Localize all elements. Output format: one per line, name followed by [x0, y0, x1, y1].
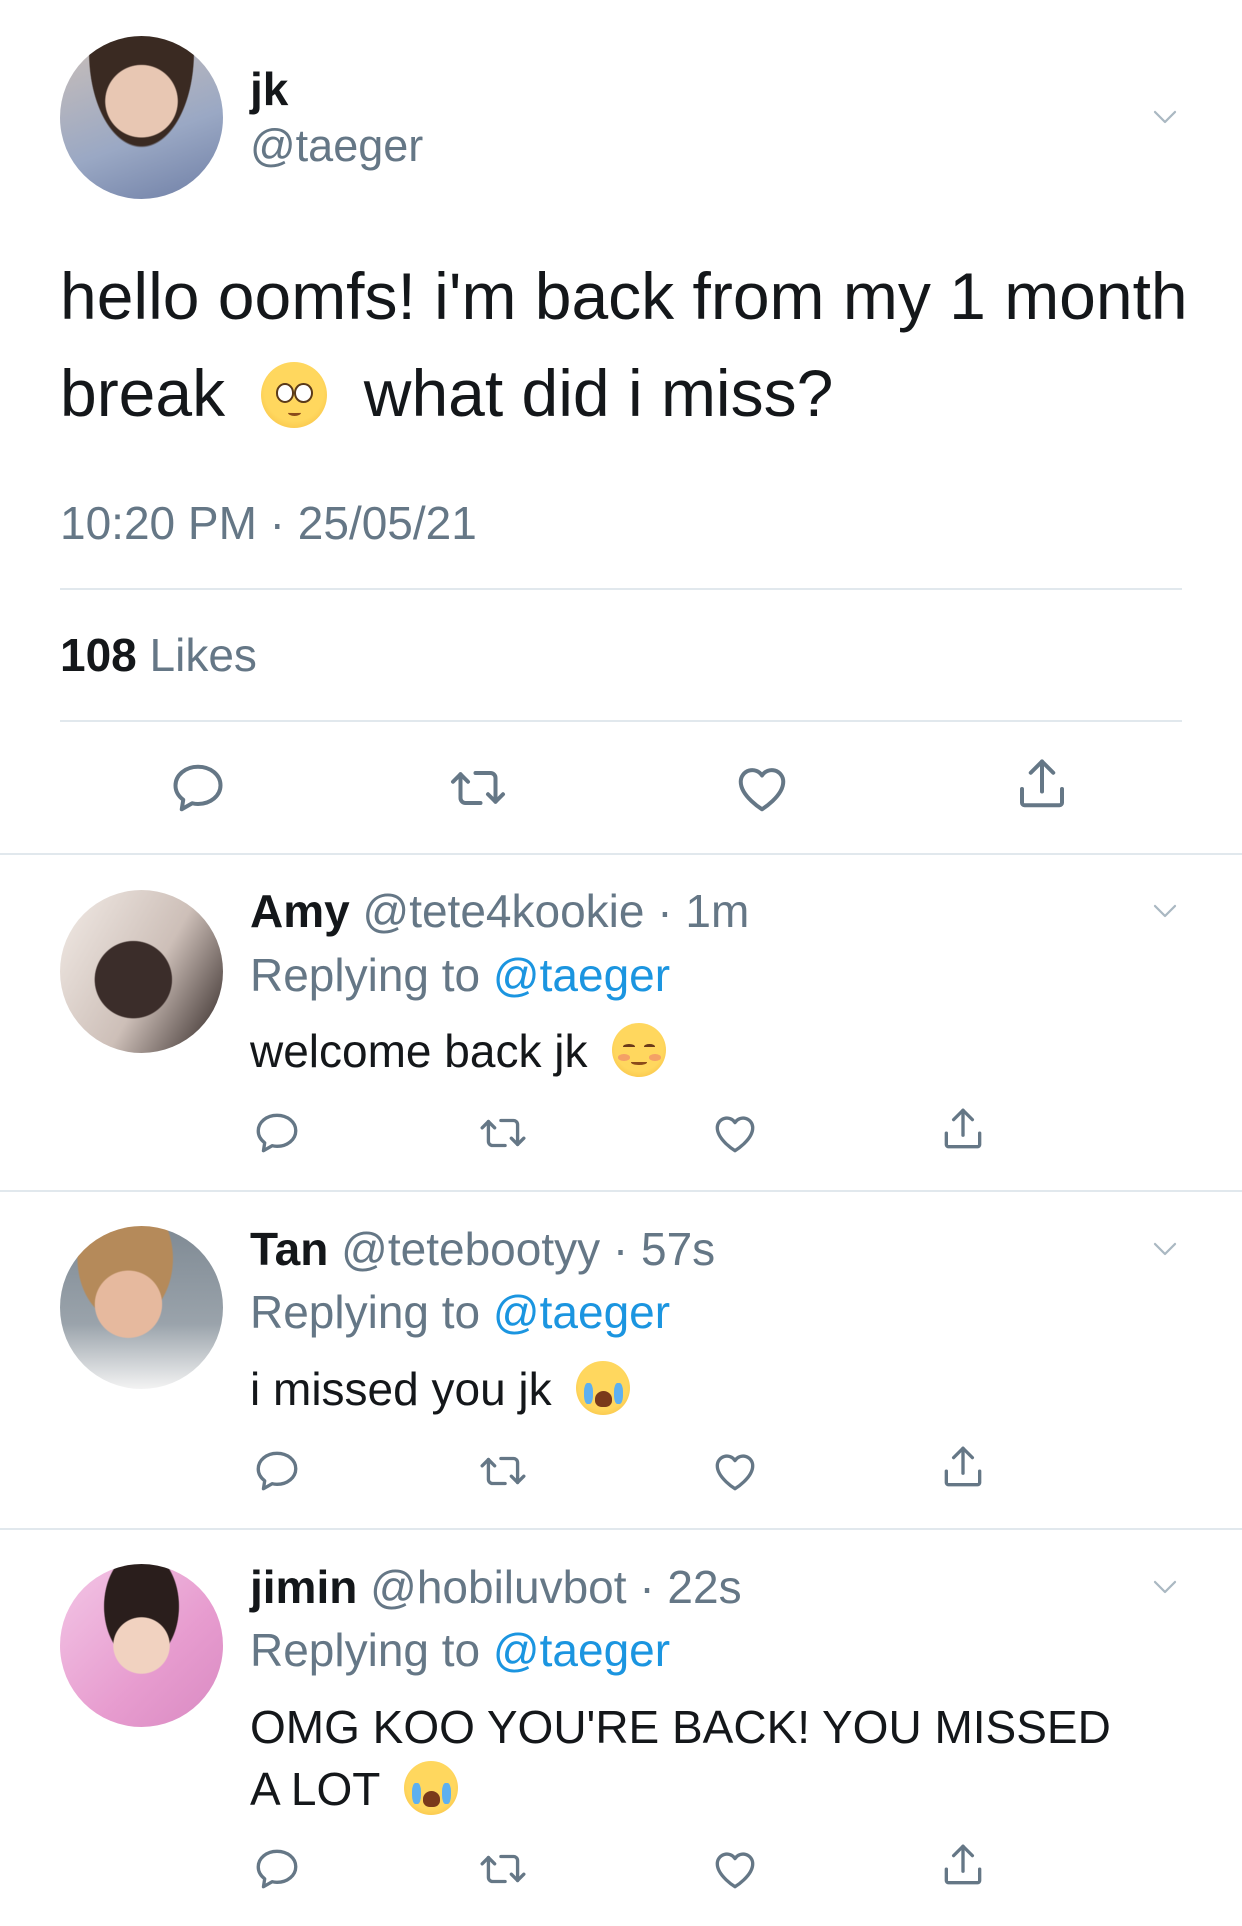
author-name[interactable]: jk — [250, 62, 288, 116]
reply-text: OMG KOO YOU'RE BACK! YOU MISSED A LOT — [250, 1696, 1111, 1820]
reply-icon[interactable] — [252, 1844, 302, 1894]
timestamp[interactable]: 10:20 PM · 25/05/21 — [60, 496, 477, 550]
tweet-text-line2: break what did i miss? — [60, 345, 1190, 442]
retweet-icon[interactable] — [478, 1844, 528, 1894]
reply-text-content: welcome back jk — [250, 1025, 588, 1077]
reply-text-line1: OMG KOO YOU'RE BACK! YOU MISSED — [250, 1701, 1111, 1753]
replying-prefix: Replying to — [250, 1624, 481, 1676]
likes-number: 108 — [60, 629, 137, 681]
avatar[interactable] — [60, 36, 223, 199]
author-handle[interactable]: @taeger — [250, 120, 423, 172]
avatar[interactable] — [60, 890, 223, 1053]
replying-mention[interactable]: @taeger — [493, 1286, 670, 1338]
share-icon[interactable] — [1012, 754, 1072, 814]
replying-prefix: Replying to — [250, 949, 481, 1001]
reply-time: · 57s — [612, 1223, 716, 1275]
like-icon[interactable] — [710, 1446, 760, 1496]
reply-author-handle[interactable]: @tetebootyy — [341, 1223, 600, 1275]
reply-author-name[interactable]: jimin — [250, 1561, 357, 1613]
loudly-crying-face-emoji — [404, 1761, 459, 1815]
reply-author-name[interactable]: Tan — [250, 1223, 328, 1275]
reply-header: jimin @hobiluvbot · 22s — [250, 1560, 742, 1614]
reply-icon[interactable] — [168, 758, 228, 818]
reply-icon[interactable] — [252, 1446, 302, 1496]
loudly-crying-face-emoji — [576, 1361, 631, 1415]
reply-header: Amy @tete4kookie · 1m — [250, 884, 749, 938]
like-icon[interactable] — [710, 1108, 760, 1158]
like-icon[interactable] — [732, 758, 792, 818]
reply-text-line2: A LOT — [250, 1758, 1111, 1820]
divider — [0, 1528, 1242, 1530]
retweet-icon[interactable] — [478, 1446, 528, 1496]
retweet-icon[interactable] — [448, 758, 508, 818]
divider — [0, 853, 1242, 855]
reply-author-handle[interactable]: @tete4kookie — [363, 885, 645, 937]
pleading-face-emoji — [261, 362, 328, 428]
like-icon[interactable] — [710, 1844, 760, 1894]
reply-text-content: i missed you jk — [250, 1363, 552, 1415]
reply-text: welcome back jk — [250, 1020, 667, 1082]
smiling-face-emoji — [612, 1023, 667, 1077]
tweet-text-rest: what did i miss? — [363, 356, 834, 430]
replying-to: Replying to @taeger — [250, 1285, 670, 1339]
avatar[interactable] — [60, 1226, 223, 1389]
tweet-text-line1: hello oomfs! i'm back from my 1 month — [60, 259, 1188, 333]
avatar[interactable] — [60, 1564, 223, 1727]
divider — [60, 720, 1182, 722]
retweet-icon[interactable] — [478, 1108, 528, 1158]
chevron-down-icon[interactable] — [1150, 1572, 1180, 1602]
share-icon[interactable] — [938, 1840, 988, 1890]
replying-mention[interactable]: @taeger — [493, 949, 670, 1001]
replying-mention[interactable]: @taeger — [493, 1624, 670, 1676]
reply-author-handle[interactable]: @hobiluvbot — [370, 1561, 626, 1613]
replying-to: Replying to @taeger — [250, 948, 670, 1002]
tweet-text-break: break — [60, 356, 226, 430]
likes-count[interactable]: 108 Likes — [60, 628, 257, 682]
reply-header: Tan @tetebootyy · 57s — [250, 1222, 715, 1276]
reply-icon[interactable] — [252, 1108, 302, 1158]
share-icon[interactable] — [938, 1442, 988, 1492]
reply-text: i missed you jk — [250, 1358, 631, 1420]
reply-time: · 1m — [657, 885, 750, 937]
share-icon[interactable] — [938, 1104, 988, 1154]
chevron-down-icon[interactable] — [1150, 896, 1180, 926]
chevron-down-icon[interactable] — [1150, 102, 1180, 132]
likes-label: Likes — [149, 629, 257, 681]
replying-to: Replying to @taeger — [250, 1623, 670, 1677]
divider — [0, 1190, 1242, 1192]
chevron-down-icon[interactable] — [1150, 1234, 1180, 1264]
reply-text-line2-content: A LOT — [250, 1763, 380, 1815]
divider — [60, 588, 1182, 590]
reply-time: · 22s — [639, 1561, 742, 1613]
replying-prefix: Replying to — [250, 1286, 481, 1338]
tweet-text: hello oomfs! i'm back from my 1 month br… — [60, 248, 1190, 442]
reply-author-name[interactable]: Amy — [250, 885, 350, 937]
